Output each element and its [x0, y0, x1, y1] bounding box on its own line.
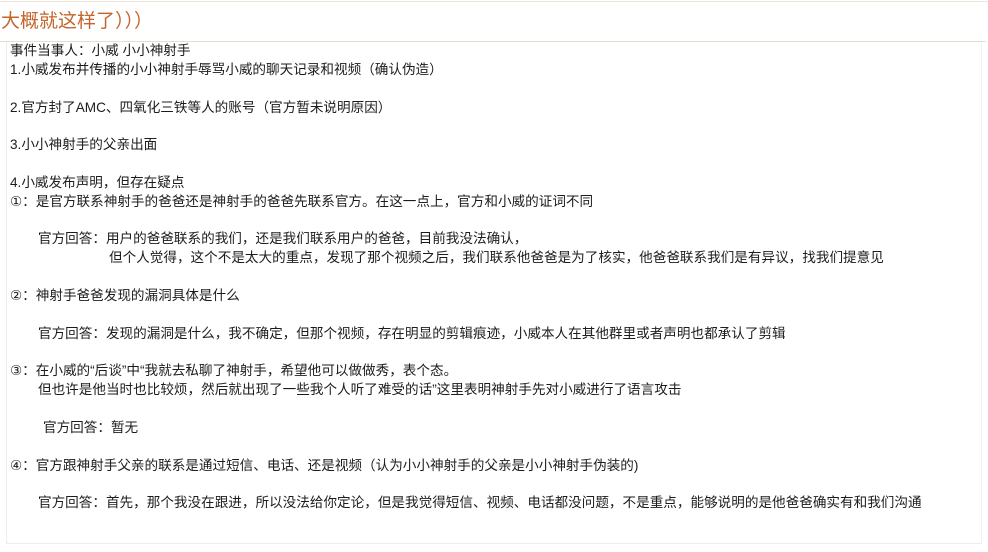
question-line: ①：是官方联系神射手的爸爸还是神射手的爸爸先联系官方。在这一点上，官方和小威的证…	[10, 193, 594, 209]
answer-line: 官方回答：首先，那个我没在跟进，所以没法给你定论，但是我觉得短信、视频、电话都没…	[38, 495, 922, 511]
question-line: 但也许是他当时也比较烦，然后就出现了一些我个人听了难受的话”这里表明神射手先对小…	[38, 382, 682, 398]
post-body: 事件当事人：小威 小小神射手 1.小威发布并传播的小小神射手辱骂小威的聊天记录和…	[6, 42, 982, 544]
question-line: ④：官方跟神射手父亲的联系是通过短信、电话、还是视频（认为小小神射手的父亲是小小…	[10, 457, 639, 473]
answer-line: 官方回答：发现的漏洞是什么，我不确定，但那个视频，存在明显的剪辑痕迹，小威本人在…	[38, 325, 786, 341]
parties-line: 事件当事人：小威 小小神射手	[10, 43, 191, 58]
fact-item: 2.官方封了AMC、四氧化三铁等人的账号（官方暂未说明原因）	[10, 99, 392, 115]
top-rule	[0, 1, 988, 2]
answer-line: 官方回答：暂无	[43, 419, 139, 435]
question-line: ②：神射手爸爸发现的漏洞具体是什么	[10, 287, 240, 303]
answer-line: 官方回答：用户的爸爸联系的我们，还是我们联系用户的爸爸，目前我没法确认，	[38, 231, 528, 247]
fact-item: 1.小威发布并传播的小小神射手辱骂小威的聊天记录和视频（确认伪造）	[10, 61, 443, 77]
answer-line: 但个人觉得，这个不是太大的重点，发现了那个视频之后，我们联系他爸爸是为了核实，他…	[109, 250, 884, 266]
fact-item: 4.小威发布声明，但存在疑点	[10, 174, 185, 190]
fact-item: 3.小小神射手的父亲出面	[10, 137, 158, 153]
post-title: 大概就这样了）））	[1, 11, 154, 32]
question-line: ③：在小威的“后谈”中“我就去私聊了神射手，希望他可以做做秀，表个态。	[10, 363, 458, 379]
page: 大概就这样了））） 事件当事人：小威 小小神射手 1.小威发布并传播的小小神射手…	[0, 0, 988, 552]
